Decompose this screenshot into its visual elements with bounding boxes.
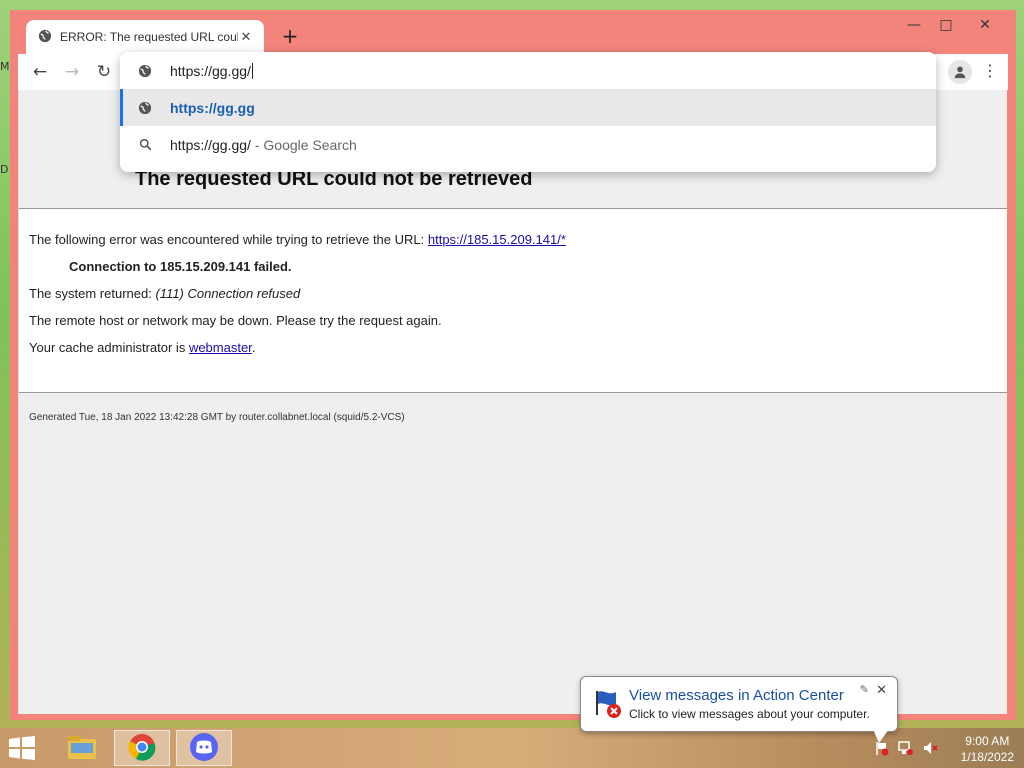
webmaster-link[interactable]: webmaster [189, 340, 252, 355]
balloon-text: Click to view messages about your comput… [629, 707, 870, 721]
folder-icon [66, 733, 98, 764]
balloon-title: View messages in Action Center [629, 687, 844, 704]
system-returned-line: The system returned: (111) Connection re… [29, 286, 300, 301]
balloon-close-icon[interactable]: ✕ [876, 683, 887, 698]
cache-admin-suffix: . [251, 340, 256, 355]
minimize-button[interactable]: — [898, 14, 930, 36]
browser-menu-icon[interactable]: ⋮ [980, 60, 1000, 84]
taskbar-clock[interactable]: 9:00 AM 1/18/2022 [961, 733, 1014, 765]
error-content: The following error was encountered whil… [19, 209, 1007, 392]
globe-icon [120, 64, 170, 78]
globe-icon [120, 101, 170, 115]
tab-close-icon[interactable]: ✕ [238, 30, 254, 45]
action-center-balloon[interactable]: View messages in Action Center Click to … [580, 676, 898, 743]
taskbar-file-explorer[interactable] [54, 730, 110, 766]
system-returned-prefix: The system returned: [29, 286, 156, 301]
taskbar-discord[interactable] [176, 730, 232, 766]
error-url-link[interactable]: https://185.15.209.141/* [428, 232, 566, 247]
omnibox-dropdown: https://gg.gg/ https://gg.gg https://gg.… [120, 52, 936, 172]
tab-title: ERROR: The requested URL could not be re… [60, 30, 238, 44]
profile-icon[interactable] [948, 60, 972, 84]
suggestion-text: https://gg.gg [170, 99, 255, 116]
volume-muted-icon[interactable] [922, 740, 938, 756]
taskbar-chrome[interactable] [114, 730, 170, 766]
taskbar: 9:00 AM 1/18/2022 [0, 728, 1024, 768]
search-icon [120, 138, 170, 151]
cache-admin-line: Your cache administrator is webmaster. [29, 340, 255, 355]
forward-button[interactable]: → [60, 60, 84, 84]
maximize-button[interactable]: □ [930, 14, 962, 36]
back-button[interactable]: ← [28, 60, 52, 84]
desktop-icon-label-fragment: D [0, 163, 9, 176]
connection-failed-line: Connection to 185.15.209.141 failed. [69, 259, 292, 274]
suggestion-text: https://gg.gg/ - Google Search [170, 136, 357, 153]
divider [19, 392, 1007, 393]
window-close-button[interactable]: ✕ [962, 14, 1008, 36]
address-input[interactable]: https://gg.gg/ [170, 63, 251, 79]
desktop-icon-label-fragment: M [0, 60, 10, 73]
new-tab-button[interactable]: + [278, 24, 302, 48]
start-button[interactable] [8, 736, 38, 760]
reload-button[interactable]: ↻ [92, 60, 116, 84]
window-controls: — □ ✕ [898, 14, 1008, 36]
text-caret [251, 62, 253, 79]
cache-admin-prefix: Your cache administrator is [29, 340, 189, 355]
network-icon[interactable] [898, 740, 914, 756]
footer-text: Generated Tue, 18 Jan 2022 13:42:28 GMT … [29, 412, 405, 423]
error-url-prefix: The following error was encountered whil… [29, 232, 428, 247]
system-returned-value: (111) Connection refused [155, 286, 301, 301]
address-bar[interactable]: https://gg.gg/ [120, 52, 936, 89]
remote-host-line: The remote host or network may be down. … [29, 313, 442, 328]
discord-icon [189, 732, 219, 765]
balloon-tail [873, 729, 889, 743]
omnibox-suggestion-url[interactable]: https://gg.gg [120, 89, 936, 126]
pin-icon[interactable]: ✎ [860, 683, 869, 696]
error-url-line: The following error was encountered whil… [29, 232, 566, 247]
action-center-flag-icon [591, 687, 623, 719]
omnibox-suggestion-search[interactable]: https://gg.gg/ - Google Search [120, 126, 936, 163]
chrome-icon [128, 733, 156, 764]
clock-date: 1/18/2022 [960, 750, 1014, 764]
clock-time: 9:00 AM [965, 734, 1010, 748]
browser-tab[interactable]: ERROR: The requested URL could not be re… [26, 20, 264, 54]
globe-icon [38, 29, 52, 46]
error-page: The requested URL could not be retrieved… [18, 90, 1007, 714]
